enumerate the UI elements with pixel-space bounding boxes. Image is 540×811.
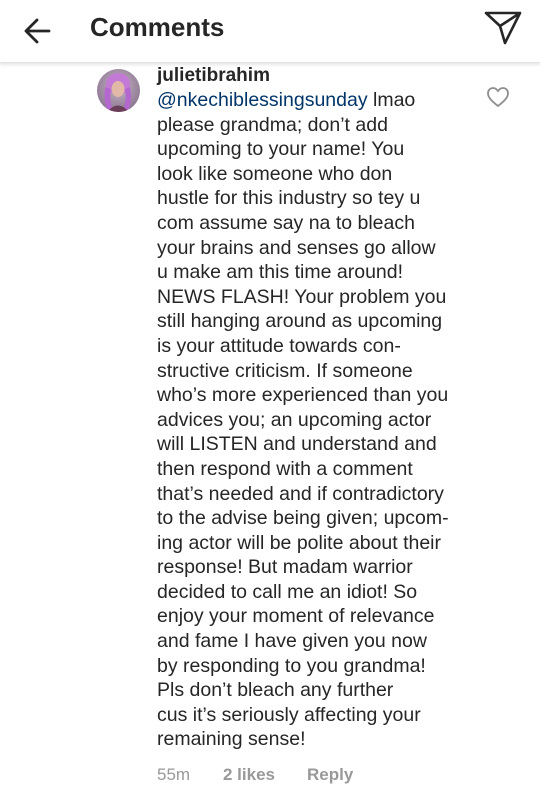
likes-count-link[interactable]: 2 likes — [223, 764, 307, 786]
comment-line: is your attitude towards con- — [157, 334, 401, 357]
share-button[interactable] — [480, 8, 526, 48]
comment-line: ing actor will be polite about their — [157, 531, 441, 554]
comment-line: cus it’s seriously affecting your — [157, 703, 421, 726]
comment-text: @nkechiblessingsunday lmao please grandm… — [157, 88, 475, 752]
comment-body: julietibrahim @nkechiblessingsunday lmao… — [157, 64, 475, 752]
comment-line: still hanging around as upcoming — [157, 310, 443, 333]
paper-plane-icon — [484, 11, 522, 45]
arrow-left-icon — [24, 18, 51, 44]
comment-line: decided to call me an idiot! So — [157, 580, 418, 603]
page-title: Comments — [90, 12, 225, 42]
comment-line: NEWS FLASH! Your problem you — [157, 285, 447, 308]
avatar[interactable] — [97, 69, 140, 112]
comment-line: advices you; an upcoming actor — [157, 408, 432, 431]
mention-link[interactable]: @nkechiblessingsunday — [157, 89, 368, 111]
comment-line: look like someone who don — [157, 162, 393, 185]
top-bar: Comments — [0, 0, 540, 63]
comment-line: com assume say na to bleach — [157, 211, 415, 234]
comment-line: lmao — [367, 89, 416, 111]
comment-line: response! But madam warrior — [157, 556, 413, 579]
comment-line: enjoy your moment of relevance — [157, 605, 435, 628]
comment-line: by responding to you grandma! — [157, 654, 426, 677]
comment-line: then respond with a comment — [157, 457, 413, 480]
comment-line: u make am this time around! — [157, 261, 404, 284]
comment-meta: 55m 2 likes Reply — [157, 764, 353, 786]
comment-line: structive criticism. If someone — [157, 359, 413, 382]
like-button[interactable] — [486, 86, 510, 108]
profile-photo-icon — [97, 69, 140, 112]
comment-line: hustle for this industry so tey u — [157, 187, 421, 210]
comment-username[interactable]: julietibrahim — [157, 64, 475, 88]
reply-button[interactable]: Reply — [307, 764, 353, 786]
comment-line: to the advise being given; upcom- — [157, 507, 449, 530]
comment-line: who’s more experienced than you — [157, 384, 449, 407]
comment-line: and fame I have given you now — [157, 630, 427, 653]
comment-line: your brains and senses go allow — [157, 236, 436, 259]
back-button[interactable] — [18, 12, 56, 50]
comment-line: remaining sense! — [157, 728, 306, 751]
comment-timestamp: 55m — [157, 765, 191, 784]
comment-line: will LISTEN and understand and — [157, 433, 437, 456]
comment-line: Pls don’t bleach any further — [157, 679, 394, 702]
comment-line: that’s needed and if contradictory — [157, 482, 444, 505]
comment-line: upcoming to your name! You — [157, 138, 405, 161]
comment-line: please grandma; don’t add — [157, 113, 388, 136]
heart-outline-icon — [487, 87, 509, 107]
